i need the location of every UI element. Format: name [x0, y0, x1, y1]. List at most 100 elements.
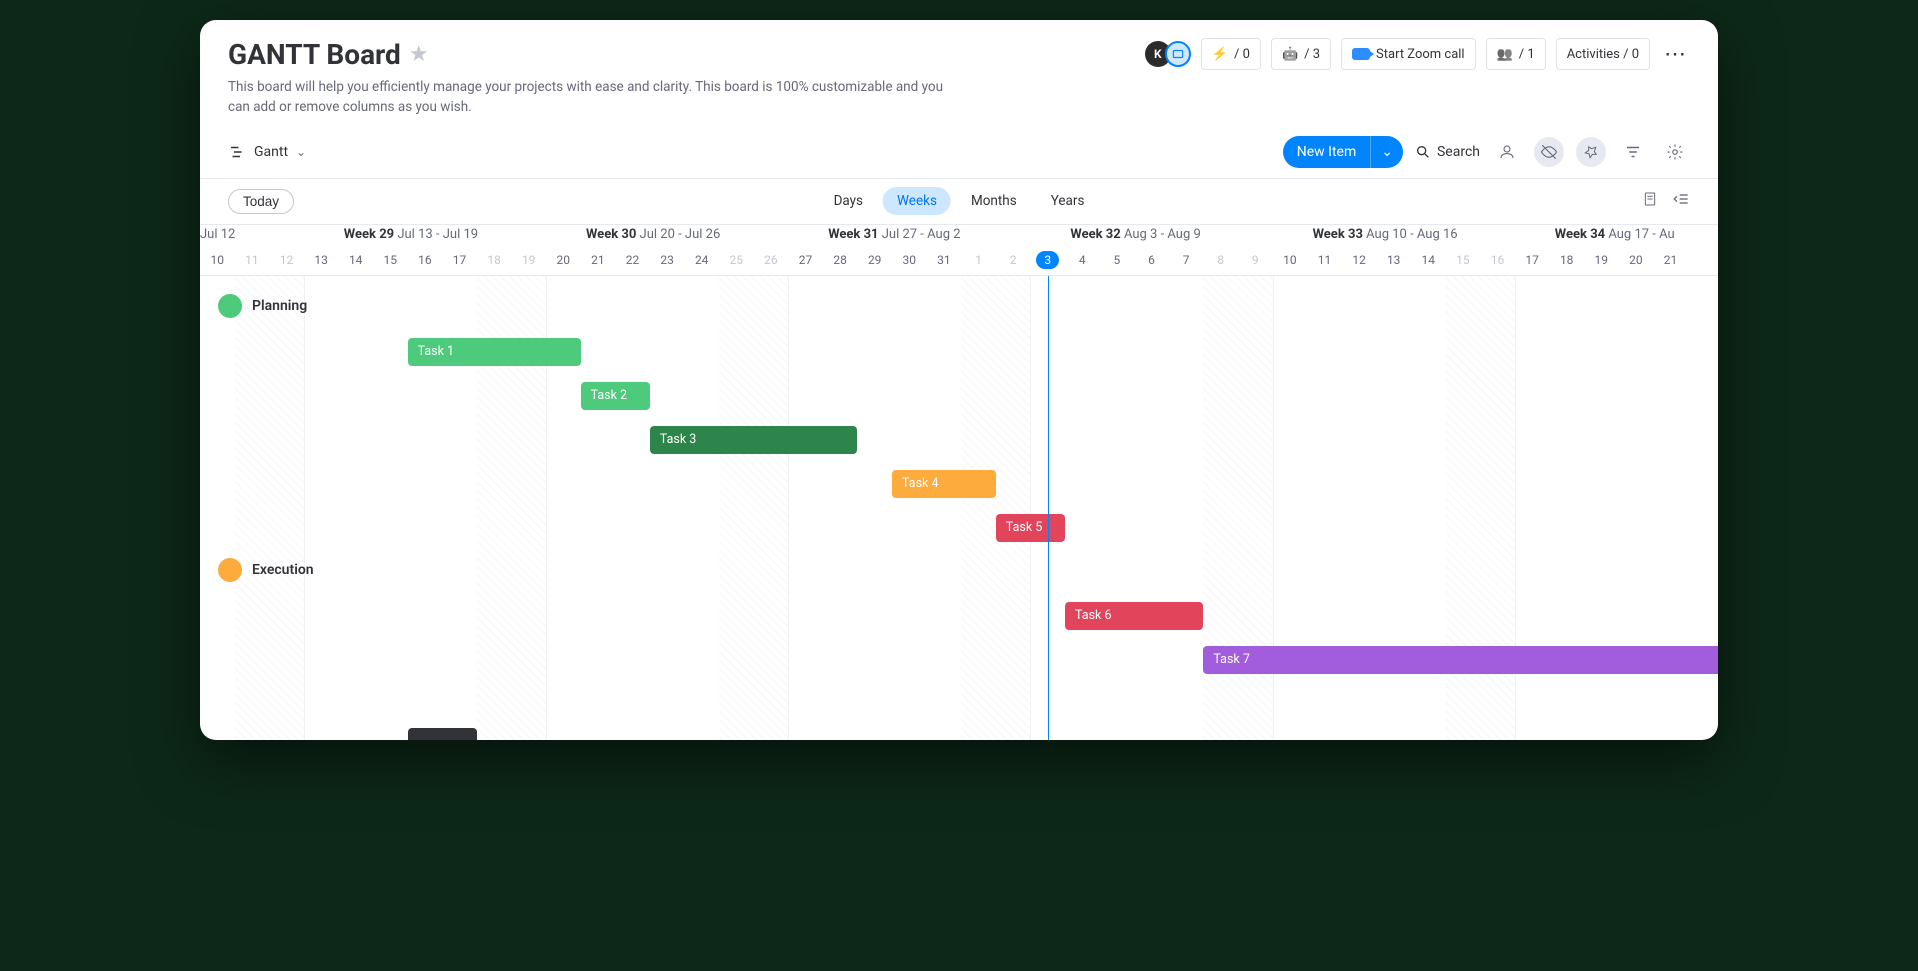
- filter-icon[interactable]: [1618, 137, 1648, 167]
- more-menu-icon[interactable]: ⋯: [1660, 42, 1690, 67]
- day-cell[interactable]: 8: [1203, 253, 1238, 267]
- pin-icon[interactable]: [1576, 137, 1606, 167]
- gantt-chart-area[interactable]: Planning Execution Task 1Task 2Task 3 Task …: [200, 276, 1718, 741]
- board-description[interactable]: This board will help you efficiently man…: [228, 77, 948, 118]
- zoom-tab-months[interactable]: Months: [957, 187, 1031, 215]
- day-cell[interactable]: 16: [1480, 253, 1515, 267]
- day-cell[interactable]: 18: [1549, 253, 1584, 267]
- grid-line: [788, 276, 789, 741]
- day-cell-today[interactable]: 3: [1030, 253, 1065, 267]
- new-item-label: New Item: [1283, 144, 1371, 160]
- day-cell[interactable]: 27: [788, 253, 823, 267]
- day-cell[interactable]: 10: [200, 253, 235, 267]
- robot-icon: [1282, 47, 1298, 62]
- task-bar[interactable]: Task 5: [996, 514, 1065, 542]
- people-icon: [1497, 47, 1513, 62]
- settings-gear-icon[interactable]: [1660, 137, 1690, 167]
- weekend-shade: [719, 276, 788, 741]
- day-cell[interactable]: 23: [650, 253, 685, 267]
- task-bar[interactable]: Task 7: [1203, 646, 1718, 674]
- board-header: GANTT Board ★ This board will help you e…: [200, 20, 1718, 126]
- today-button[interactable]: Today: [228, 189, 294, 214]
- day-cell[interactable]: 26: [754, 253, 789, 267]
- task-bar[interactable]: Task 6: [1065, 602, 1203, 630]
- day-cell[interactable]: 1: [961, 253, 996, 267]
- board-title[interactable]: GANTT Board: [228, 38, 401, 71]
- day-cell[interactable]: 5: [1100, 253, 1135, 267]
- day-cell[interactable]: 21: [1653, 253, 1688, 267]
- day-cell[interactable]: 4: [1065, 253, 1100, 267]
- group-row[interactable]: Execution: [218, 558, 314, 582]
- day-cell[interactable]: 17: [1515, 253, 1550, 267]
- week-label: Week 32 Aug 3 - Aug 9: [1070, 227, 1200, 242]
- day-cell[interactable]: 25: [719, 253, 754, 267]
- day-cell[interactable]: 19: [511, 253, 546, 267]
- new-item-button[interactable]: New Item ⌄: [1283, 136, 1403, 168]
- day-cell[interactable]: 22: [615, 253, 650, 267]
- chevron-down-icon: ⌄: [296, 145, 306, 159]
- group-color-dot: [218, 558, 242, 582]
- day-cell[interactable]: 20: [1619, 253, 1654, 267]
- day-cell[interactable]: 15: [1446, 253, 1481, 267]
- hide-columns-icon[interactable]: [1534, 137, 1564, 167]
- task-bar[interactable]: Task 2: [581, 382, 650, 410]
- day-cell[interactable]: 6: [1134, 253, 1169, 267]
- task-bar[interactable]: Task 4: [892, 470, 996, 498]
- day-cell[interactable]: 18: [477, 253, 512, 267]
- favorite-star-icon[interactable]: ★: [409, 42, 429, 67]
- members-count: / 1: [1519, 47, 1535, 62]
- day-cell[interactable]: 11: [1307, 253, 1342, 267]
- day-cell[interactable]: 10: [1273, 253, 1308, 267]
- timeline-header: Jul 12Week 29 Jul 13 - Jul 19Week 30 Jul…: [200, 225, 1718, 276]
- day-cell[interactable]: 9: [1238, 253, 1273, 267]
- day-cell[interactable]: 15: [373, 253, 408, 267]
- search-button[interactable]: Search: [1415, 144, 1480, 160]
- avatar-add-icon[interactable]: [1165, 41, 1191, 67]
- day-cell[interactable]: 28: [823, 253, 858, 267]
- day-cell[interactable]: 16: [408, 253, 443, 267]
- person-filter-icon[interactable]: [1492, 137, 1522, 167]
- weekend-shade: [235, 276, 304, 741]
- task-bar[interactable]: Task 3: [650, 426, 858, 454]
- export-icon[interactable]: [1642, 191, 1658, 211]
- day-cell[interactable]: 30: [892, 253, 927, 267]
- day-cell[interactable]: 11: [235, 253, 270, 267]
- task-bar[interactable]: Task 1: [408, 338, 581, 366]
- zoom-tab-weeks[interactable]: Weeks: [883, 187, 951, 215]
- search-label: Search: [1437, 144, 1480, 160]
- grid-line: [304, 276, 305, 741]
- zoom-call-button[interactable]: Start Zoom call: [1341, 38, 1476, 70]
- automations-count: / 3: [1304, 47, 1320, 62]
- day-cell[interactable]: 20: [546, 253, 581, 267]
- title-area: GANTT Board ★ This board will help you e…: [228, 38, 948, 118]
- week-label: Week 31 Jul 27 - Aug 2: [828, 227, 960, 242]
- day-cell[interactable]: 24: [684, 253, 719, 267]
- day-cell[interactable]: 13: [304, 253, 339, 267]
- zoom-tab-years[interactable]: Years: [1037, 187, 1099, 215]
- day-cell[interactable]: 12: [1342, 253, 1377, 267]
- timeline-controls: Today DaysWeeksMonthsYears: [200, 179, 1718, 225]
- view-selector[interactable]: Gantt ⌄: [228, 143, 306, 161]
- day-cell[interactable]: 7: [1169, 253, 1204, 267]
- day-cell[interactable]: 19: [1584, 253, 1619, 267]
- day-cell[interactable]: 17: [442, 253, 477, 267]
- day-cell[interactable]: 12: [269, 253, 304, 267]
- board-avatars[interactable]: K: [1145, 41, 1191, 67]
- activities-button[interactable]: Activities / 0: [1556, 38, 1650, 70]
- day-cell[interactable]: 2: [996, 253, 1031, 267]
- group-row[interactable]: Planning: [218, 294, 307, 318]
- collapse-icon[interactable]: [1672, 191, 1690, 211]
- day-cell[interactable]: 31: [927, 253, 962, 267]
- day-cell[interactable]: 14: [338, 253, 373, 267]
- day-cell[interactable]: 21: [581, 253, 616, 267]
- zoom-tab-days[interactable]: Days: [820, 187, 877, 215]
- day-cell[interactable]: 13: [1376, 253, 1411, 267]
- zoom-level-tabs: DaysWeeksMonthsYears: [820, 187, 1099, 215]
- task-bar-collapsed[interactable]: [408, 728, 477, 741]
- members-button[interactable]: / 1: [1486, 38, 1546, 70]
- day-cell[interactable]: 29: [857, 253, 892, 267]
- new-item-dropdown[interactable]: ⌄: [1370, 136, 1403, 168]
- day-cell[interactable]: 14: [1411, 253, 1446, 267]
- integrations-button[interactable]: / 0: [1201, 38, 1261, 70]
- automations-button[interactable]: / 3: [1271, 38, 1331, 70]
